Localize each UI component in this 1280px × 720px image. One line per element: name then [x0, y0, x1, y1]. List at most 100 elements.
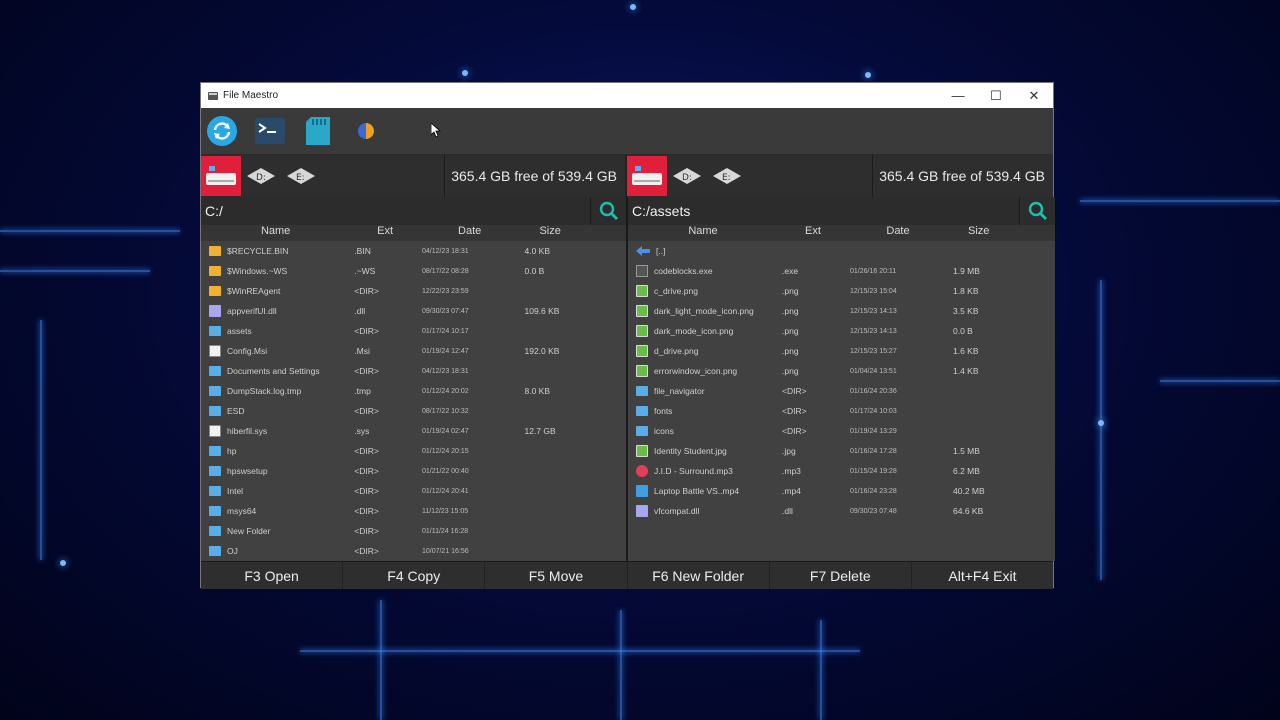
file-row[interactable]: OJ <DIR> 10/07/21 16:56	[201, 541, 626, 561]
file-ext: .mp4	[782, 486, 801, 496]
minimize-button[interactable]: —	[939, 83, 977, 108]
file-row[interactable]: fonts <DIR> 01/17/24 10:03	[628, 401, 1055, 421]
file-row[interactable]: errorwindow_icon.png .png 01/04/24 13:51 1.…	[628, 361, 1055, 381]
copy-button[interactable]: F4 Copy	[343, 562, 486, 589]
file-row[interactable]: dark_mode_icon.png .png 12/15/23 14:13 0.0 …	[628, 321, 1055, 341]
file-row[interactable]: hiberfil.sys .sys 01/19/24 02:47 12.7 GB	[201, 421, 626, 441]
right-free-space: 365.4 GB free of 539.4 GB	[879, 168, 1045, 184]
exit-button[interactable]: Alt+F4 Exit	[912, 562, 1053, 589]
file-row[interactable]: $Windows.~WS .~WS 08/17/22 08:28 0.0 B	[201, 261, 626, 281]
file-size: 3.5 KB	[953, 306, 979, 316]
file-ext: <DIR>	[354, 466, 379, 476]
title-bar[interactable]: File Maestro — ☐ ✕	[201, 83, 1053, 108]
file-row[interactable]: file_navigator <DIR> 01/16/24 20:36	[628, 381, 1055, 401]
file-row[interactable]: [..]	[628, 241, 1055, 261]
right-path-field[interactable]: C:/assets	[628, 203, 1019, 219]
header-ext[interactable]: Ext	[778, 225, 848, 241]
file-row[interactable]: d_drive.png .png 12/15/23 15:27 1.6 KB	[628, 341, 1055, 361]
open-button[interactable]: F3 Open	[201, 562, 344, 589]
left-search-button[interactable]	[590, 197, 626, 225]
maximize-button[interactable]: ☐	[977, 83, 1015, 108]
file-ext: .Msi	[354, 346, 370, 356]
file-name-cell: $RECYCLE.BIN	[201, 246, 350, 256]
file-ext: .BIN	[354, 246, 371, 256]
file-row[interactable]: Intel <DIR> 01/12/24 20:41	[201, 481, 626, 501]
file-row[interactable]: Laptop Battle VS..mp4 .mp4 01/16/24 23:28 4…	[628, 481, 1055, 501]
terminal-button[interactable]	[254, 115, 286, 147]
file-row[interactable]: Documents and Settings <DIR> 04/12/23 18:3…	[201, 361, 626, 381]
drive-d-button[interactable]: D:	[667, 156, 707, 196]
close-button[interactable]: ✕	[1015, 83, 1053, 108]
file-row[interactable]: codeblocks.exe .exe 01/26/16 20:11 1.9 MB	[628, 261, 1055, 281]
file-row[interactable]: New Folder <DIR> 01/11/24 16:28	[201, 521, 626, 541]
file-row[interactable]: hpswsetup <DIR> 01/21/22 00:40	[201, 461, 626, 481]
file-date: 01/16/24 23:28	[850, 487, 897, 495]
mouse-cursor-icon	[431, 123, 441, 138]
theme-toggle-button[interactable]	[350, 115, 382, 147]
folder-icon	[209, 386, 221, 396]
file-ext: .png	[782, 326, 799, 336]
file-size: 1.6 KB	[953, 346, 979, 356]
file-row[interactable]: DumpStack.log.tmp .tmp 01/12/24 20:02 8.0 K…	[201, 381, 626, 401]
drive-e-button[interactable]: E:	[281, 156, 321, 196]
folder-icon	[636, 406, 648, 416]
file-name: fonts	[654, 406, 673, 416]
drive-e-button[interactable]: E:	[707, 156, 747, 196]
sd-card-button[interactable]	[302, 115, 334, 147]
file-row[interactable]: Identity Student.jpg .jpg 01/16/24 17:28 1.…	[628, 441, 1055, 461]
header-name[interactable]: Name	[628, 225, 778, 241]
file-name: hp	[227, 446, 237, 456]
left-path-field[interactable]: C:/	[201, 203, 590, 219]
svg-text:D:: D:	[256, 173, 266, 183]
file-row[interactable]: ESD <DIR> 08/17/22 10:32	[201, 401, 626, 421]
file-row[interactable]: appverifUI.dll .dll 09/30/23 07:47 109.6 KB	[201, 301, 626, 321]
file-row[interactable]: icons <DIR> 01/19/24 13:29	[628, 421, 1055, 441]
file-row[interactable]: hp <DIR> 01/12/24 20:15	[201, 441, 626, 461]
header-name[interactable]: Name	[201, 225, 350, 241]
image-file-icon	[636, 305, 648, 317]
folder-icon	[209, 526, 221, 536]
file-row[interactable]: vfcompat.dll .dll 09/30/23 07:48 64.6 KB	[628, 501, 1055, 521]
file-ext: .png	[782, 306, 799, 316]
header-size[interactable]: Size	[948, 225, 1055, 241]
file-row[interactable]: J.I.D - Surround.mp3 .mp3 01/15/24 19:28 6.…	[628, 461, 1055, 481]
file-name: Laptop Battle VS..mp4	[654, 486, 740, 496]
file-name: dark_light_mode_icon.png	[654, 306, 754, 316]
file-name: ESD	[227, 406, 245, 416]
file-row[interactable]: $WinREAgent <DIR> 12/22/23 23:59	[201, 281, 626, 301]
header-date[interactable]: Date	[848, 225, 948, 241]
file-ext: <DIR>	[354, 446, 379, 456]
file-row[interactable]: c_drive.png .png 12/15/23 15:04 1.8 KB	[628, 281, 1055, 301]
refresh-button[interactable]	[206, 115, 238, 147]
right-search-button[interactable]	[1019, 197, 1055, 225]
move-button[interactable]: F5 Move	[485, 562, 628, 589]
file-panes: C:/ Name Ext Date Size $RECYCLE.BIN .BIN 0…	[201, 197, 1055, 561]
drive-c-button[interactable]	[627, 156, 667, 196]
delete-button[interactable]: F7 Delete	[770, 562, 912, 589]
file-ext: <DIR>	[782, 386, 807, 396]
right-pane: C:/assets Name Ext Date Size [..] codeblo…	[628, 197, 1055, 561]
header-size[interactable]: Size	[519, 225, 626, 241]
hard-drive-icon	[632, 166, 662, 185]
file-ext: <DIR>	[354, 486, 379, 496]
file-name: [..]	[656, 246, 666, 256]
file-size: 1.8 KB	[953, 286, 979, 296]
file-date: 12/15/23 15:04	[850, 287, 897, 295]
file-name-cell: hp	[201, 446, 350, 456]
file-name: Identity Student.jpg	[654, 446, 727, 456]
file-date: 01/15/24 19:28	[850, 467, 897, 475]
left-free-space: 365.4 GB free of 539.4 GB	[451, 168, 617, 184]
file-row[interactable]: dark_light_mode_icon.png .png 12/15/23 14:…	[628, 301, 1055, 321]
file-date: 11/12/23 15:05	[421, 507, 469, 515]
file-row[interactable]: Config.Msi .Msi 01/19/24 12:47 192.0 KB	[201, 341, 626, 361]
header-ext[interactable]: Ext	[350, 225, 420, 241]
new-folder-button[interactable]: F6 New Folder	[628, 562, 770, 589]
file-name-cell: c_drive.png	[628, 285, 778, 297]
file-row[interactable]: $RECYCLE.BIN .BIN 04/12/23 18:31 4.0 KB	[201, 241, 626, 261]
file-row[interactable]: msys64 <DIR> 11/12/23 15:05	[201, 501, 626, 521]
file-row[interactable]: assets <DIR> 01/17/24 10:17	[201, 321, 626, 341]
drive-d-button[interactable]: D:	[241, 156, 281, 196]
drive-c-button[interactable]	[201, 156, 241, 196]
folder-icon	[209, 366, 221, 376]
header-date[interactable]: Date	[420, 225, 520, 241]
